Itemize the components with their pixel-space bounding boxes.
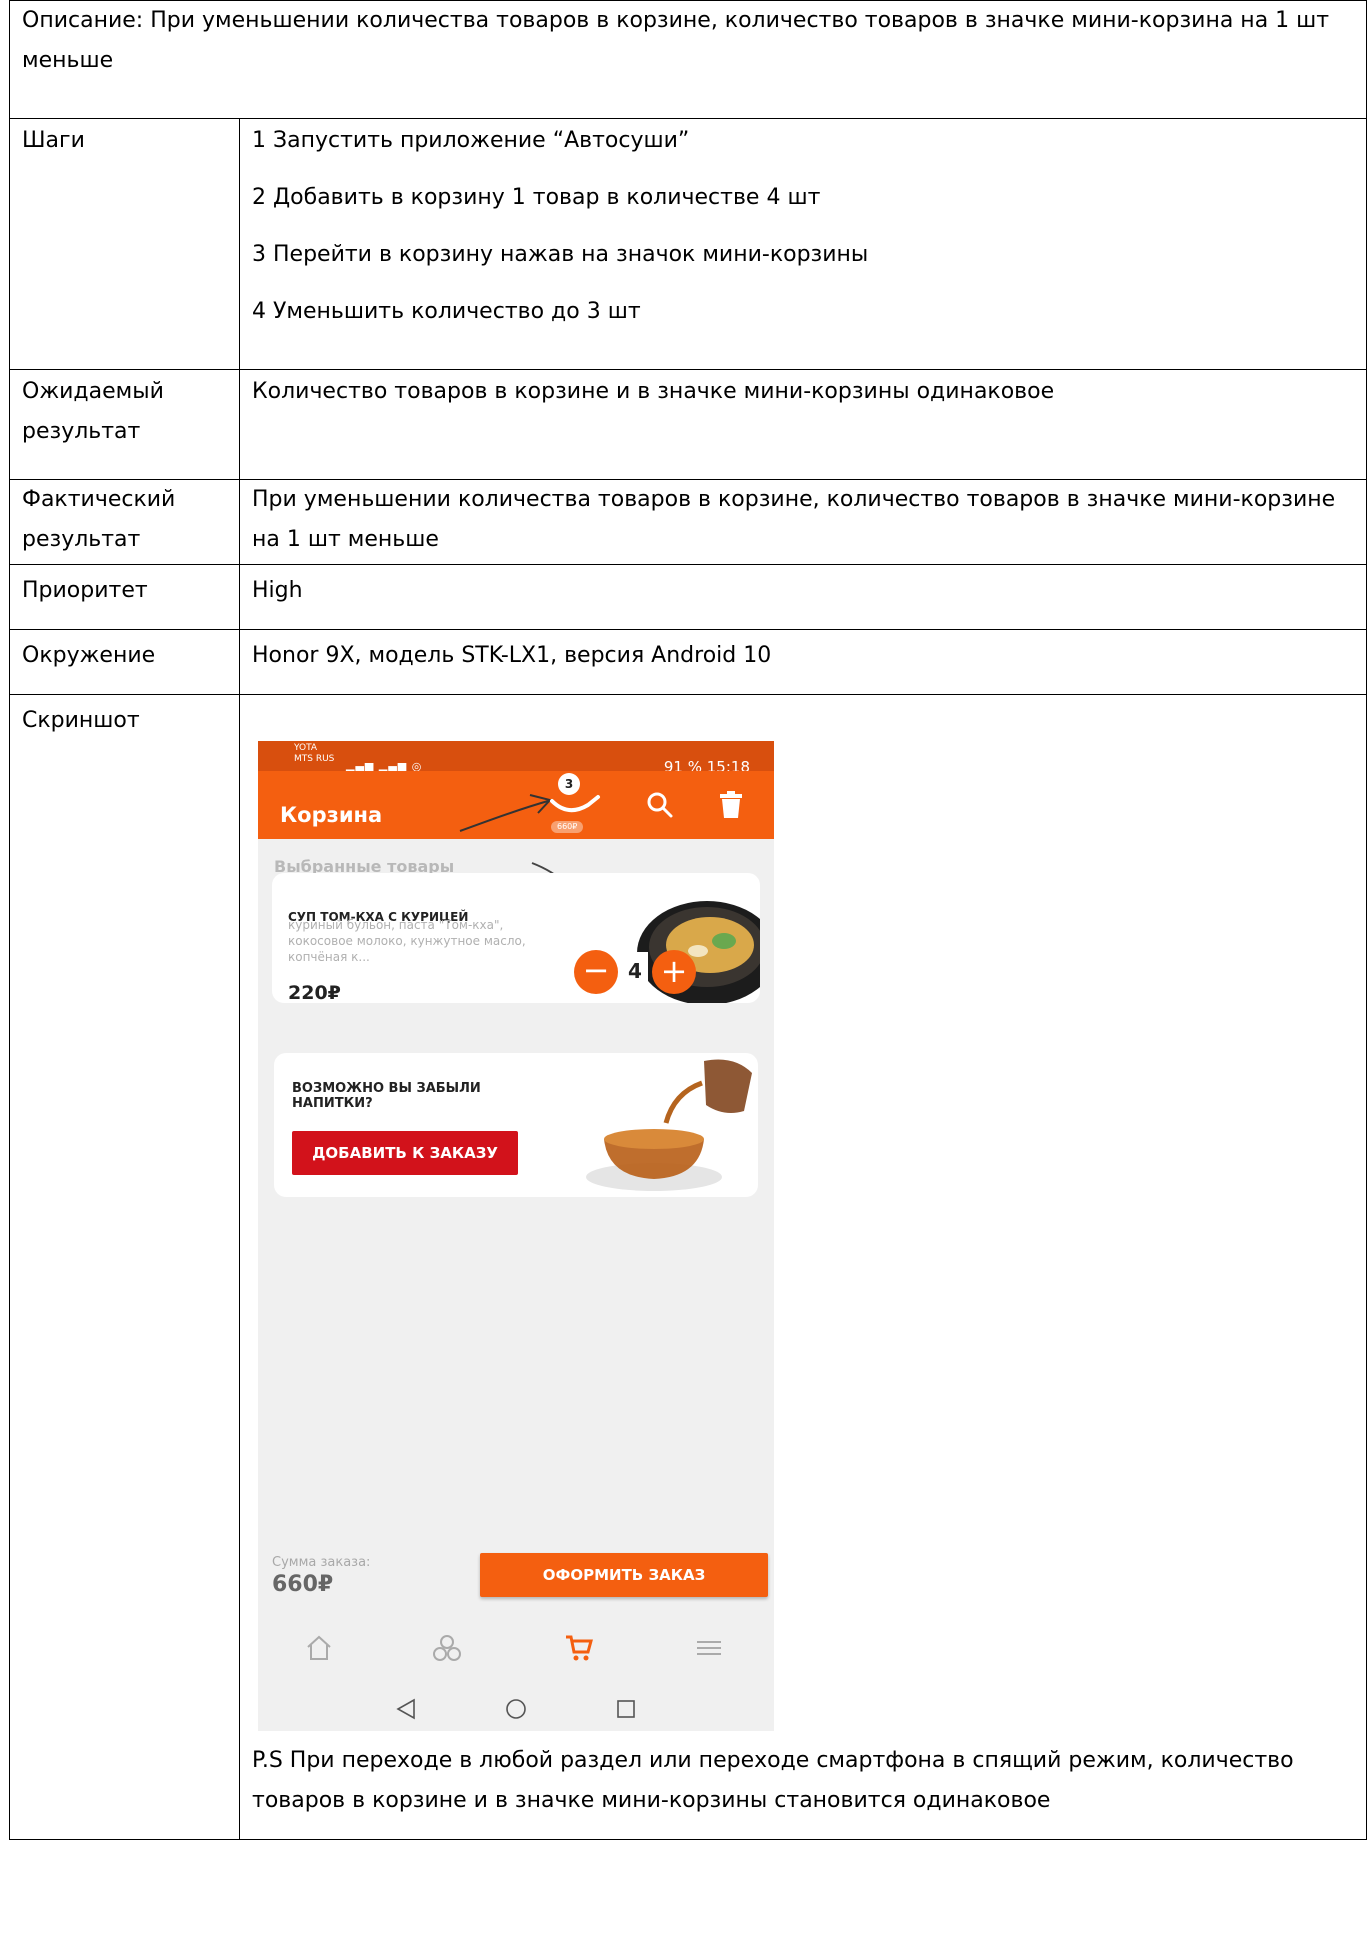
step-4: 4 Уменьшить количество до 3 шт — [252, 299, 641, 324]
home-icon[interactable] — [304, 1633, 334, 1663]
step-1: 1 Запустить приложение “Автосуши” — [252, 128, 690, 153]
tea-image — [586, 1059, 752, 1191]
environment-row: Окружение Honor 9X, модель STK-LX1, верс… — [9, 629, 1367, 695]
priority-value: High — [239, 564, 1367, 630]
environment-value: Honor 9X, модель STK-LX1, версия Android… — [239, 629, 1367, 695]
cart-item-card: СУП ТОМ-КХА С КУРИЦЕЙ куриный бульон, па… — [272, 873, 760, 1003]
android-nav-bar — [258, 1687, 774, 1731]
item-price: 220₽ — [288, 982, 341, 1003]
status-bar: YOTA MTS RUS ▂▄▆ ▂▄▆ ◎ 91 % 15:18 — [258, 741, 774, 776]
cart-sum-badge: 660₽ — [551, 821, 584, 833]
expected-value: Количество товаров в корзине и в значке … — [239, 369, 1367, 480]
add-to-order-button[interactable]: ДОБАВИТЬ К ЗАКАЗУ — [292, 1131, 518, 1175]
bottom-tab-bar — [258, 1617, 774, 1681]
screenshot-label: Скриншот — [9, 694, 240, 1840]
app-bar: Корзина 3 660₽ — [258, 771, 774, 839]
order-sum-value: 660₽ — [272, 1572, 334, 1597]
operator-1: YOTA — [294, 743, 318, 753]
screenshot-row: Скриншот YOTA MTS RUS ▂▄▆ ▂▄▆ ◎ 91 % 15:… — [9, 694, 1367, 1840]
phone-screenshot: YOTA MTS RUS ▂▄▆ ▂▄▆ ◎ 91 % 15:18 Корзин… — [258, 741, 774, 1731]
steps-label: Шаги — [9, 118, 240, 370]
sushi-icon[interactable] — [432, 1633, 462, 1663]
step-2: 2 Добавить в корзину 1 товар в количеств… — [252, 185, 821, 210]
bug-report-table: Описание: При уменьшении количества това… — [9, 0, 1367, 1840]
screenshot-cell: YOTA MTS RUS ▂▄▆ ▂▄▆ ◎ 91 % 15:18 Корзин… — [239, 694, 1367, 1840]
trash-icon[interactable] — [718, 791, 744, 819]
increase-quantity-button[interactable]: + — [652, 950, 696, 994]
steps-row: Шаги 1 Запустить приложение “Автосуши” 2… — [9, 118, 1367, 370]
decrease-quantity-button[interactable]: − — [574, 950, 618, 994]
checkout-bar: Сумма заказа: 660₽ ОФОРМИТЬ ЗАКАЗ — [258, 1541, 774, 1611]
steps-cell: 1 Запустить приложение “Автосуши” 2 Доба… — [239, 118, 1367, 370]
expected-row: Ожидаемый результат Количество товаров в… — [9, 369, 1367, 480]
cart-icon[interactable] — [564, 1633, 594, 1663]
home-circle-icon[interactable] — [504, 1697, 528, 1721]
actual-row: Фактический результат При уменьшении кол… — [9, 479, 1367, 565]
screenshot-note: P.S При переходе в любой раздел или пере… — [252, 1748, 1294, 1813]
bug-report-document: Описание: При уменьшении количества това… — [0, 0, 1370, 1941]
environment-label: Окружение — [9, 629, 240, 695]
mini-cart[interactable]: 3 660₽ — [544, 771, 604, 837]
item-description: куриный бульон, паста "Том-кха", кокосов… — [288, 918, 526, 964]
cart-count-badge: 3 — [558, 773, 580, 795]
page-title: Корзина — [280, 803, 383, 827]
step-3: 3 Перейти в корзину нажав на значок мини… — [252, 242, 869, 267]
place-order-button[interactable]: ОФОРМИТЬ ЗАКАЗ — [480, 1553, 768, 1597]
expected-label: Ожидаемый результат — [9, 369, 240, 480]
priority-row: Приоритет High — [9, 564, 1367, 630]
promo-text: ВОЗМОЖНО ВЫ ЗАБЫЛИ НАПИТКИ? — [292, 1081, 481, 1111]
back-icon[interactable] — [394, 1697, 418, 1721]
search-icon[interactable] — [646, 791, 674, 819]
operator-2: MTS RUS — [294, 754, 335, 764]
promo-card: ВОЗМОЖНО ВЫ ЗАБЫЛИ НАПИТКИ? ДОБАВИТЬ К З… — [274, 1053, 758, 1197]
quantity-value: 4 — [622, 952, 648, 990]
priority-label: Приоритет — [9, 564, 240, 630]
description-row: Описание: При уменьшении количества това… — [9, 0, 1367, 119]
description-cell: Описание: При уменьшении количества това… — [9, 0, 1367, 119]
arrow-annotation-icon — [459, 794, 552, 832]
recents-icon[interactable] — [614, 1697, 638, 1721]
actual-value: При уменьшении количества товаров в корз… — [239, 479, 1367, 565]
menu-icon[interactable] — [694, 1633, 724, 1663]
actual-label: Фактический результат — [9, 479, 240, 565]
